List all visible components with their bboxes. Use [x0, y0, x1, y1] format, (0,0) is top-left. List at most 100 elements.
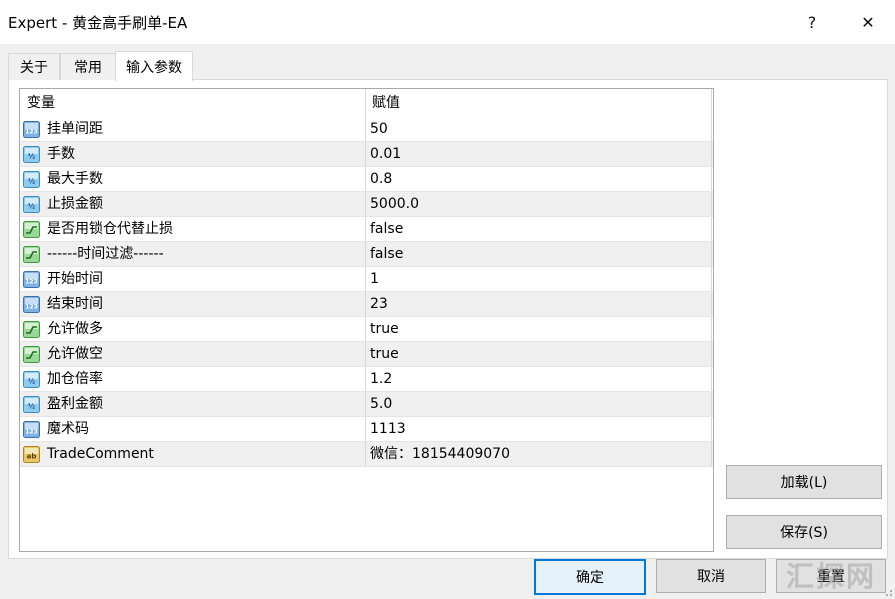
parameter-name: ------时间过滤------: [47, 246, 164, 262]
parameter-value[interactable]: true: [370, 317, 399, 342]
double-icon: ½: [23, 396, 40, 413]
integer-icon: 123: [23, 271, 40, 288]
svg-text:123: 123: [25, 304, 38, 311]
table-row[interactable]: 123 魔术码 1113: [20, 417, 713, 442]
parameter-value[interactable]: 23: [370, 292, 388, 317]
table-row[interactable]: ½ 加仓倍率 1.2: [20, 367, 713, 392]
title-bar: Expert - 黄金高手刷单-EA ? ✕: [0, 0, 895, 44]
cell-divider: [365, 117, 366, 142]
parameter-name: 加仓倍率: [47, 371, 103, 387]
cell-divider: [365, 192, 366, 217]
tab-common[interactable]: 常用: [60, 53, 116, 80]
parameter-name: 盈利金额: [47, 396, 103, 412]
column-header-value[interactable]: 赋值: [372, 89, 400, 117]
parameter-name: 最大手数: [47, 171, 103, 187]
table-row[interactable]: ½ 手数 0.01: [20, 142, 713, 167]
double-icon: ½: [23, 371, 40, 388]
bool-icon: [23, 221, 40, 238]
cell-divider: [365, 367, 366, 392]
parameter-value[interactable]: 1: [370, 267, 379, 292]
parameter-value[interactable]: 5000.0: [370, 192, 419, 217]
parameter-name: 止损金额: [47, 196, 103, 212]
parameter-name: 允许做空: [47, 346, 103, 362]
parameter-value[interactable]: 1113: [370, 417, 406, 442]
cell-divider: [365, 267, 366, 292]
table-row[interactable]: 是否用锁仓代替止损 false: [20, 217, 713, 242]
cell-divider: [365, 392, 366, 417]
cell-divider: [711, 242, 712, 267]
tab-inputs[interactable]: 输入参数: [115, 51, 193, 81]
cell-divider: [711, 217, 712, 242]
parameters-grid: 变量 赋值 123 挂单间距 50 ½ 手数 0.01 ½ 最大手数 0.8 ½ 止损金额 5000.…: [19, 88, 714, 552]
parameter-value[interactable]: 0.8: [370, 167, 392, 192]
grid-header: 变量 赋值: [20, 89, 713, 117]
cell-divider: [711, 117, 712, 142]
table-row[interactable]: ab TradeComment 微信：18154409070: [20, 442, 713, 467]
cell-divider: [711, 167, 712, 192]
svg-text:½: ½: [28, 153, 35, 161]
cell-divider: [711, 417, 712, 442]
double-icon: ½: [23, 171, 40, 188]
save-button[interactable]: 保存(S): [726, 515, 882, 549]
window-title: Expert - 黄金高手刷单-EA: [8, 14, 188, 32]
parameter-value[interactable]: true: [370, 342, 399, 367]
cell-divider: [365, 417, 366, 442]
table-row[interactable]: ½ 止损金额 5000.0: [20, 192, 713, 217]
parameter-name: 结束时间: [47, 296, 103, 312]
resize-grip-icon[interactable]: [881, 585, 893, 597]
integer-icon: 123: [23, 421, 40, 438]
bool-icon: [23, 346, 40, 363]
bool-icon: [23, 246, 40, 263]
row-divider: [20, 466, 713, 467]
load-button[interactable]: 加载(L): [726, 465, 882, 499]
parameter-name: 是否用锁仓代替止损: [47, 221, 173, 237]
cancel-button[interactable]: 取消: [656, 559, 766, 593]
cell-divider: [711, 342, 712, 367]
cell-divider: [365, 217, 366, 242]
close-button[interactable]: ✕: [848, 6, 888, 38]
table-row[interactable]: 123 开始时间 1: [20, 267, 713, 292]
cell-divider: [365, 142, 366, 167]
parameter-name: TradeComment: [47, 446, 154, 462]
parameter-value[interactable]: 0.01: [370, 142, 401, 167]
cell-divider: [711, 442, 712, 467]
table-row[interactable]: 允许做空 true: [20, 342, 713, 367]
cell-divider: [365, 242, 366, 267]
cell-divider: [711, 292, 712, 317]
string-icon: ab: [23, 446, 40, 463]
svg-text:½: ½: [28, 403, 35, 411]
parameter-value[interactable]: false: [370, 217, 403, 242]
parameter-name: 开始时间: [47, 271, 103, 287]
svg-text:123: 123: [25, 129, 38, 136]
help-button[interactable]: ?: [792, 6, 832, 38]
cell-divider: [365, 317, 366, 342]
ok-button[interactable]: 确定: [534, 559, 646, 595]
parameter-value[interactable]: 50: [370, 117, 388, 142]
table-row[interactable]: 123 结束时间 23: [20, 292, 713, 317]
cell-divider: [365, 442, 366, 467]
svg-text:123: 123: [25, 279, 38, 286]
integer-icon: 123: [23, 121, 40, 138]
reset-button[interactable]: 重置: [776, 559, 886, 593]
svg-text:123: 123: [25, 429, 38, 436]
parameter-value[interactable]: false: [370, 242, 403, 267]
cell-divider: [711, 392, 712, 417]
parameter-value[interactable]: 5.0: [370, 392, 392, 417]
table-row[interactable]: ½ 最大手数 0.8: [20, 167, 713, 192]
cell-divider: [711, 367, 712, 392]
parameter-value[interactable]: 微信：18154409070: [370, 442, 510, 467]
table-row[interactable]: ------时间过滤------ false: [20, 242, 713, 267]
svg-text:½: ½: [28, 378, 35, 386]
bool-icon: [23, 321, 40, 338]
parameter-value[interactable]: 1.2: [370, 367, 392, 392]
parameter-name: 魔术码: [47, 421, 89, 437]
tab-about[interactable]: 关于: [8, 53, 60, 80]
table-row[interactable]: 允许做多 true: [20, 317, 713, 342]
cell-divider: [365, 167, 366, 192]
table-row[interactable]: 123 挂单间距 50: [20, 117, 713, 142]
column-header-variable[interactable]: 变量: [27, 89, 55, 117]
column-divider[interactable]: [365, 89, 366, 117]
table-row[interactable]: ½ 盈利金额 5.0: [20, 392, 713, 417]
svg-text:½: ½: [28, 203, 35, 211]
svg-text:½: ½: [28, 178, 35, 186]
